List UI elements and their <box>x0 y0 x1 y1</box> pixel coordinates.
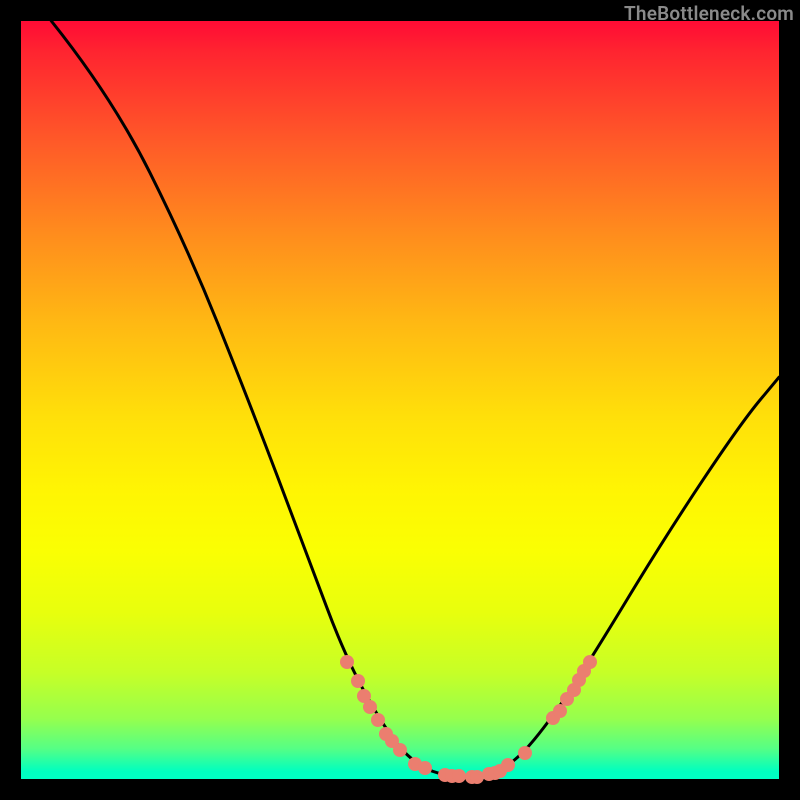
chart-plot <box>21 21 779 779</box>
bottleneck-curve <box>51 21 779 777</box>
chart-stage: TheBottleneck.com <box>0 0 800 800</box>
curve-layer <box>21 21 779 779</box>
